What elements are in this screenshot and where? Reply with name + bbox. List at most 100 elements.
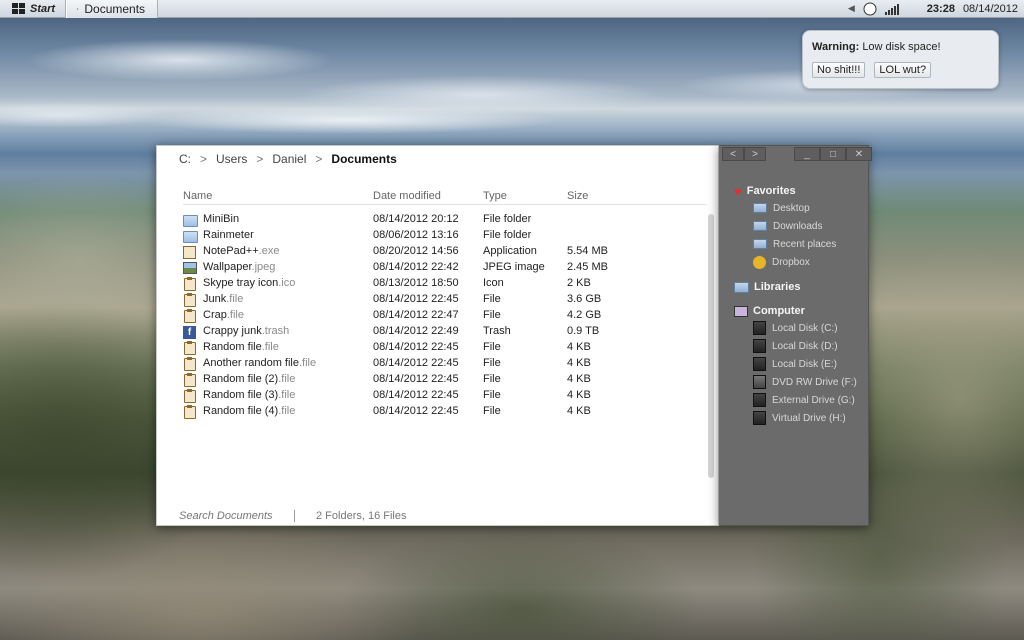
nav-item-desktop[interactable]: Desktop xyxy=(753,199,836,217)
nav-item-dropbox[interactable]: Dropbox xyxy=(753,253,836,271)
back-button[interactable]: < xyxy=(722,147,744,161)
file-date: 08/14/2012 22:45 xyxy=(373,389,459,401)
file-row[interactable]: Random file (2).file 08/14/2012 22:45 File… xyxy=(183,372,707,388)
item-count: 2 Folders, 16 Files xyxy=(316,510,407,522)
system-tray: ◀ 23:28 08/14/2012 xyxy=(848,0,1024,18)
file-row[interactable]: Wallpaper.jpeg 08/14/2012 22:42 JPEG image… xyxy=(183,260,707,276)
nav-libraries-header[interactable]: Libraries xyxy=(734,279,800,295)
file-date: 08/06/2012 13:16 xyxy=(373,229,459,241)
breadcrumb-c[interactable]: C: xyxy=(179,152,191,166)
nav-computer-label: Computer xyxy=(753,305,805,317)
nav-computer-header[interactable]: Computer xyxy=(734,303,857,319)
file-basename: NotePad++ xyxy=(203,245,259,257)
application-icon xyxy=(183,246,196,259)
file-row[interactable]: Skype tray icon.ico 08/13/2012 18:50 Icon 2… xyxy=(183,276,707,292)
search-input[interactable]: Search Documents xyxy=(179,510,294,522)
file-row[interactable]: Random file (4).file 08/14/2012 22:45 File… xyxy=(183,404,707,420)
file-icon-wrap xyxy=(183,213,198,227)
file-type: File folder xyxy=(483,213,532,225)
file-row[interactable]: Rainmeter 08/06/2012 13:16 File folder xyxy=(183,228,707,244)
file-date: 08/14/2012 22:47 xyxy=(373,309,459,321)
file-name: MiniBin xyxy=(203,213,239,225)
file-icon xyxy=(184,389,196,403)
file-row[interactable]: f Crappy junk.trash 08/14/2012 22:49 Trash 0… xyxy=(183,324,707,340)
file-icon-wrap xyxy=(183,229,198,243)
file-row[interactable]: Crap.file 08/14/2012 22:47 File 4.2 GB xyxy=(183,308,707,324)
column-header-date[interactable]: Date modified xyxy=(373,190,441,202)
nav-favorites-header[interactable]: ♥ Favorites xyxy=(734,183,836,199)
file-type: File xyxy=(483,405,501,417)
nav-item-external-drive[interactable]: External Drive (G:) xyxy=(753,391,857,409)
computer-icon xyxy=(734,305,748,317)
file-list: MiniBin 08/14/2012 20:12 File folder Rainme… xyxy=(183,212,707,420)
signal-strength-icon[interactable] xyxy=(884,3,901,15)
lol-wut-button[interactable]: LOL wut? xyxy=(874,62,932,78)
file-type: File xyxy=(483,341,501,353)
breadcrumb-documents[interactable]: Documents xyxy=(331,152,396,166)
nav-item-local-disk-d[interactable]: Local Disk (D:) xyxy=(753,337,857,355)
nav-item-label: External Drive (G:) xyxy=(772,394,855,406)
file-basename: Random file (4) xyxy=(203,405,279,417)
file-icon xyxy=(184,293,196,307)
minimize-icon: _ xyxy=(804,148,810,160)
skype-icon[interactable] xyxy=(863,2,877,16)
column-header-size[interactable]: Size xyxy=(567,190,588,202)
nav-item-label: Dropbox xyxy=(772,256,810,268)
breadcrumb-daniel[interactable]: Daniel xyxy=(272,152,306,166)
heart-icon: ♥ xyxy=(734,183,742,199)
vertical-scrollbar[interactable] xyxy=(708,214,714,478)
taskbar-item-documents[interactable]: Documents xyxy=(66,0,159,18)
file-row[interactable]: Another random file.file 08/14/2012 22:45… xyxy=(183,356,707,372)
file-icon-wrap xyxy=(183,245,198,259)
file-size: 4 KB xyxy=(567,389,591,401)
tray-expand-icon[interactable]: ◀ xyxy=(848,3,855,14)
notification-text: Low disk space! xyxy=(862,41,941,53)
hard-drive-icon xyxy=(753,321,766,335)
file-name: Crap.file xyxy=(203,309,244,321)
nav-item-recent-places[interactable]: Recent places xyxy=(753,235,836,253)
clock-time[interactable]: 23:28 xyxy=(927,3,955,15)
file-date: 08/14/2012 22:49 xyxy=(373,325,459,337)
file-row[interactable]: NotePad++.exe 08/20/2012 14:56 Application… xyxy=(183,244,707,260)
close-button[interactable]: ✕ xyxy=(846,147,872,161)
start-button[interactable]: Start xyxy=(0,0,67,18)
file-icon-wrap xyxy=(183,405,198,419)
close-icon: ✕ xyxy=(854,148,864,160)
file-name: NotePad++.exe xyxy=(203,245,279,257)
file-basename: Wallpaper xyxy=(203,261,252,273)
forward-button[interactable]: > xyxy=(744,147,766,161)
no-shit-button[interactable]: No shit!!! xyxy=(812,62,866,78)
file-row[interactable]: Junk.file 08/14/2012 22:45 File 3.6 GB xyxy=(183,292,707,308)
nav-item-label: Downloads xyxy=(773,220,823,232)
file-basename: Crappy junk xyxy=(203,325,262,337)
file-row[interactable]: MiniBin 08/14/2012 20:12 File folder xyxy=(183,212,707,228)
nav-item-downloads[interactable]: Downloads xyxy=(753,217,836,235)
file-name: Crappy junk.trash xyxy=(203,325,289,337)
column-headers: Name Date modified Type Size xyxy=(183,190,707,205)
file-row[interactable]: Random file (3).file 08/14/2012 22:45 File… xyxy=(183,388,707,404)
file-icon-wrap xyxy=(183,389,198,403)
file-name: Random file.file xyxy=(203,341,279,353)
file-basename: MiniBin xyxy=(203,213,240,225)
file-size: 4 KB xyxy=(567,357,591,369)
column-header-type[interactable]: Type xyxy=(483,190,507,202)
nav-item-dvd-drive[interactable]: DVD RW Drive (F:) xyxy=(753,373,857,391)
clock-date[interactable]: 08/14/2012 xyxy=(963,3,1018,15)
breadcrumb-users[interactable]: Users xyxy=(216,152,247,166)
nav-item-local-disk-c[interactable]: Local Disk (C:) xyxy=(753,319,857,337)
start-label: Start xyxy=(30,2,56,15)
nav-item-virtual-drive[interactable]: Virtual Drive (H:) xyxy=(753,409,857,427)
file-name: Another random file.file xyxy=(203,357,316,369)
file-size: 2 KB xyxy=(567,277,591,289)
chevron-right-icon: > xyxy=(752,148,758,160)
chevron-right-icon: > xyxy=(256,152,264,166)
file-icon-wrap xyxy=(183,309,198,323)
minimize-button[interactable]: _ xyxy=(794,147,820,161)
file-row[interactable]: Random file.file 08/14/2012 22:45 File 4 KB xyxy=(183,340,707,356)
column-header-name[interactable]: Name xyxy=(183,190,212,202)
file-date: 08/14/2012 22:45 xyxy=(373,293,459,305)
maximize-button[interactable]: □ xyxy=(820,147,846,161)
windows-logo-icon xyxy=(12,2,25,14)
nav-item-local-disk-e[interactable]: Local Disk (E:) xyxy=(753,355,857,373)
chevron-left-icon: < xyxy=(730,148,736,160)
